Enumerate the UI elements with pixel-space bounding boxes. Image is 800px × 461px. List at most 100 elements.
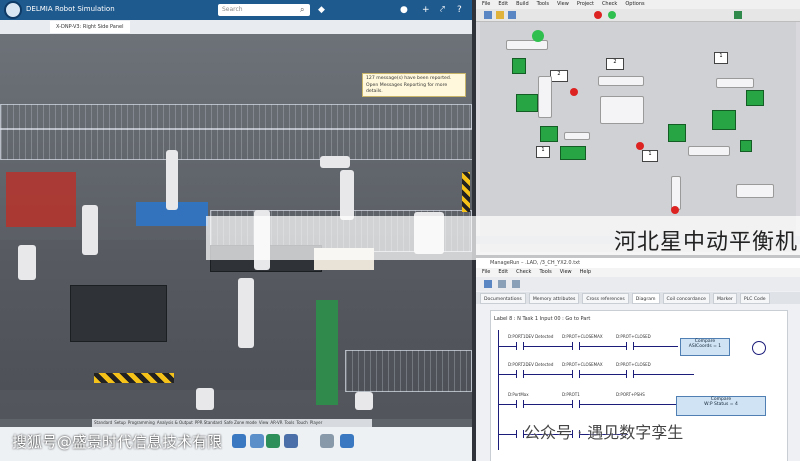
- stop-icon[interactable]: [594, 11, 602, 19]
- add-icon[interactable]: +: [422, 3, 430, 17]
- conveyor-symbol-2[interactable]: [671, 176, 681, 210]
- menu-file[interactable]: File: [482, 268, 490, 277]
- menu-edit[interactable]: Edit: [498, 268, 508, 277]
- contact-3b[interactable]: [572, 400, 580, 408]
- tab-document[interactable]: X-DNP-V3: Right Side Panel: [50, 21, 130, 33]
- io-block-1[interactable]: [512, 58, 526, 74]
- conveyor-symbol-1[interactable]: [538, 76, 552, 118]
- robot-symbol-5[interactable]: [688, 146, 730, 156]
- save-icon[interactable]: [484, 280, 492, 288]
- robot-symbol-4[interactable]: [716, 78, 754, 88]
- station-frame-2[interactable]: [736, 184, 774, 198]
- welding-fixture-red[interactable]: [6, 172, 76, 227]
- contact-4a[interactable]: [516, 430, 524, 438]
- contact-2b[interactable]: [572, 370, 580, 378]
- redo-icon[interactable]: [512, 280, 520, 288]
- share-icon[interactable]: ⤤: [440, 3, 445, 17]
- tab-programming[interactable]: Programming: [128, 419, 155, 427]
- station-frame-1[interactable]: [600, 96, 644, 124]
- robot-arm-5[interactable]: [238, 278, 254, 348]
- tab-marker[interactable]: Marker: [712, 293, 737, 304]
- menu-check[interactable]: Check: [516, 268, 531, 277]
- robot-symbol-1[interactable]: [506, 40, 548, 50]
- io-block-6[interactable]: [712, 110, 736, 130]
- user-avatar-icon[interactable]: ●: [400, 3, 408, 17]
- robot-arm-3[interactable]: [340, 170, 354, 220]
- io-block-2[interactable]: [516, 94, 538, 112]
- tab-safe-zone-mode[interactable]: Safe Zone mode: [224, 419, 257, 427]
- menu-help[interactable]: Help: [580, 268, 591, 277]
- robot-controller[interactable]: [196, 388, 214, 410]
- robot-tool-icon[interactable]: [232, 434, 246, 448]
- compare-block-2[interactable]: Compare W:P Status = 4: [676, 396, 766, 416]
- tab-plc-code[interactable]: PLC Code: [739, 293, 770, 304]
- editor-tabs: Documentations Memory attributes Cross r…: [476, 292, 800, 304]
- contact-3a[interactable]: [516, 400, 524, 408]
- tab-diagram[interactable]: Diagram: [631, 293, 660, 304]
- menu-edit[interactable]: Edit: [498, 0, 508, 9]
- contact-2a[interactable]: [516, 370, 524, 378]
- contact-1c[interactable]: [626, 342, 634, 350]
- robot-arm-1[interactable]: [166, 150, 178, 210]
- save-icon[interactable]: [508, 11, 516, 19]
- menu-view[interactable]: View: [557, 0, 569, 9]
- gear-icon[interactable]: [266, 434, 280, 448]
- tab-setup[interactable]: Setup: [114, 419, 126, 427]
- io-block-5[interactable]: [746, 90, 764, 106]
- search-input[interactable]: Search: [218, 4, 310, 16]
- teach-icon[interactable]: [250, 434, 264, 448]
- compare-block-1[interactable]: Compare ASICoords = 1: [680, 338, 730, 356]
- compass-logo-icon[interactable]: [4, 1, 22, 19]
- menu-file[interactable]: File: [482, 0, 490, 9]
- menu-check[interactable]: Check: [602, 0, 617, 9]
- new-icon[interactable]: [484, 11, 492, 19]
- tag-icon[interactable]: ◆: [318, 3, 325, 17]
- undo-icon[interactable]: [498, 280, 506, 288]
- menu-tools[interactable]: Tools: [537, 0, 549, 9]
- robot-arm-2[interactable]: [320, 156, 350, 168]
- io-block-7[interactable]: [668, 124, 686, 142]
- tab-ppr-standard[interactable]: PPR Standard: [195, 419, 222, 427]
- menu-build[interactable]: Build: [516, 0, 529, 9]
- io-block-4[interactable]: [560, 146, 586, 160]
- robot-arm-7[interactable]: [82, 205, 98, 255]
- tab-memory-attributes[interactable]: Memory attributes: [528, 293, 580, 304]
- help-icon[interactable]: ?: [457, 3, 462, 17]
- contact-1b[interactable]: [572, 342, 580, 350]
- output-coil-1[interactable]: [752, 341, 766, 355]
- path-icon[interactable]: [284, 434, 298, 448]
- compare-block-1-expr: ASICoords = 1: [688, 344, 722, 349]
- tab-cross-references[interactable]: Cross references: [582, 293, 629, 304]
- menu-view[interactable]: View: [560, 268, 572, 277]
- io-block-8[interactable]: [740, 140, 752, 152]
- watermark-wechat: 公众号 · 遇见数字孪生: [524, 423, 684, 442]
- io-block-3[interactable]: [540, 126, 558, 142]
- robot-symbol-3[interactable]: [564, 132, 590, 140]
- tab-player[interactable]: Player: [310, 419, 322, 427]
- run-icon[interactable]: [608, 11, 616, 19]
- tab-ar-vr[interactable]: AR-VR: [270, 419, 282, 427]
- menu-options[interactable]: Options: [625, 0, 644, 9]
- tab-documentations[interactable]: Documentations: [480, 293, 526, 304]
- tab-coil-concordance[interactable]: Coil concordance: [662, 293, 710, 304]
- robot-arm-8[interactable]: [18, 245, 36, 280]
- contact-1a[interactable]: [516, 342, 524, 350]
- open-icon[interactable]: [496, 11, 504, 19]
- tab-analysis-output[interactable]: Analysis & Output: [157, 419, 193, 427]
- tab-view[interactable]: View: [259, 419, 269, 427]
- tab-touch[interactable]: Touch: [296, 419, 307, 427]
- messages-notification[interactable]: 127 message(s) have been reported. Open …: [362, 73, 466, 97]
- contact-2c[interactable]: [626, 370, 634, 378]
- green-walkway: [316, 300, 338, 405]
- tab-standard[interactable]: Standard: [94, 419, 112, 427]
- robot-symbol-2[interactable]: [598, 76, 644, 86]
- search-icon[interactable]: ⌕: [300, 4, 304, 16]
- car-body-frame[interactable]: [70, 285, 167, 342]
- menu-tools[interactable]: Tools: [539, 268, 551, 277]
- simulate-icon[interactable]: [320, 434, 334, 448]
- robot-controller-2[interactable]: [355, 392, 373, 410]
- tab-tools[interactable]: Tools: [284, 419, 294, 427]
- play-icon[interactable]: [340, 434, 354, 448]
- menu-project[interactable]: Project: [577, 0, 594, 9]
- monitor-icon[interactable]: [734, 11, 742, 19]
